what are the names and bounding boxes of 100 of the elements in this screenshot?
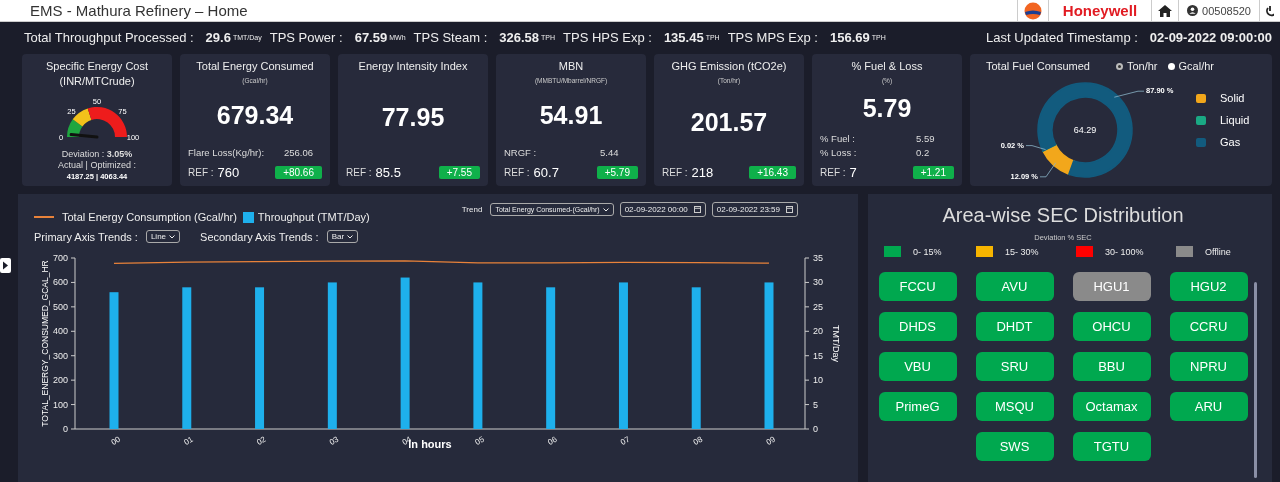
unit-radio[interactable]: Gcal/hr xyxy=(1167,60,1214,72)
timestamp-label: Last Updated Timestamp : xyxy=(986,29,1138,45)
caret-icon xyxy=(169,234,176,239)
home-icon[interactable] xyxy=(1158,4,1173,17)
end-date-field[interactable]: 02-09-2022 23:59 xyxy=(711,202,798,217)
axis-tick-label: 30 xyxy=(813,277,823,288)
primary-axis-select[interactable]: Line xyxy=(145,230,181,243)
axis-tick-label: 07 xyxy=(619,434,632,447)
axis-tick-label: 700 xyxy=(52,253,68,263)
card-subtitle: (INR/MTCrude) xyxy=(59,74,135,89)
detail-value: 0.2 xyxy=(916,147,931,158)
stat-value: 156.69 xyxy=(829,29,870,45)
scrollbar[interactable] xyxy=(1254,282,1257,478)
company-logo xyxy=(1023,1,1042,20)
unit-button[interactable]: ARU xyxy=(1169,392,1248,421)
metric-value: 54.91 xyxy=(539,101,603,130)
ref-value: 85.5 xyxy=(375,165,401,180)
detail-label: % Fuel : xyxy=(820,133,856,144)
delta-badge: +7.55 xyxy=(438,166,480,179)
stat-label: TPS MPS Exp : xyxy=(727,29,818,45)
calendar-icon xyxy=(786,206,793,213)
ref-value: 7 xyxy=(849,165,857,180)
secondary-axis-select[interactable]: Bar xyxy=(326,230,359,243)
axis-tick-label: 02 xyxy=(255,434,268,447)
stat-value: 326.58 xyxy=(499,29,539,45)
unit-button[interactable]: SWS xyxy=(975,432,1054,461)
user-id: 00508520 xyxy=(1202,4,1251,17)
unit-button[interactable]: VBU xyxy=(878,352,957,381)
axis-tick-label: 03 xyxy=(328,434,341,447)
unit-button[interactable]: SRU xyxy=(975,352,1054,381)
stat-label: Total Throughput Processed : xyxy=(24,29,194,45)
legend-label: Throughput (TMT/Day) xyxy=(257,211,370,223)
metric-value: 201.57 xyxy=(690,108,768,137)
legend-swatch xyxy=(242,211,254,223)
unit-button[interactable]: NPRU xyxy=(1169,352,1248,381)
unit-button[interactable]: HGU2 xyxy=(1169,272,1248,301)
stat-value: 135.45 xyxy=(663,29,704,45)
power-icon[interactable] xyxy=(1266,4,1274,17)
unit-button[interactable]: PrimeG xyxy=(878,392,957,421)
unit-button[interactable]: CCRU xyxy=(1169,312,1248,341)
stat-label: TPS Steam : xyxy=(413,29,488,45)
detail-label: % Loss : xyxy=(820,147,858,158)
card-title: Total Energy Consumed xyxy=(195,59,315,74)
card-title: Energy Intensity Index xyxy=(357,59,469,74)
card-title: Specific Energy Cost xyxy=(45,59,149,74)
y-axis-title: TOTAL_ENERGY_CONSUMED_GCAL_HR xyxy=(40,260,50,427)
axis-tick-label: 100 xyxy=(52,399,68,410)
metric-value: 77.95 xyxy=(381,103,445,132)
calendar-icon xyxy=(693,206,701,213)
unit-button[interactable]: HGU1 xyxy=(1072,272,1151,301)
axis-tick-label: 20 xyxy=(813,326,823,337)
legend-swatch xyxy=(1196,93,1206,103)
detail-value: 256.06 xyxy=(284,147,315,158)
leader-line xyxy=(1025,145,1046,150)
trend-label: Trend xyxy=(461,205,483,214)
card-title: % Fuel & Loss xyxy=(850,59,924,74)
unit-button[interactable]: AVU xyxy=(975,272,1054,301)
axis-tick-label: 08 xyxy=(691,434,705,447)
unit-button[interactable]: FCCU xyxy=(878,272,957,301)
axis-tick-label: 35 xyxy=(813,253,823,263)
actual-label: Actual | Optimized : xyxy=(58,160,136,170)
start-date-field[interactable]: 02-09-2022 00:00 xyxy=(619,202,706,217)
legend-label: Solid xyxy=(1220,92,1245,104)
detail-value: 5.59 xyxy=(916,133,936,144)
delta-badge: +5.79 xyxy=(596,166,638,179)
ref-label: REF : xyxy=(662,167,688,178)
user-icon[interactable] xyxy=(1187,5,1199,16)
axis-tick-label: 10 xyxy=(813,375,823,386)
detail-label: Flare Loss(Kg/hr): xyxy=(188,147,266,158)
unit-button[interactable]: TGTU xyxy=(1072,432,1151,461)
unit-button[interactable]: DHDT xyxy=(975,312,1054,341)
expand-handle[interactable] xyxy=(0,258,11,273)
detail-value: 5.44 xyxy=(600,147,620,158)
delta-badge: +1.21 xyxy=(912,166,954,179)
stat-value: 67.59 xyxy=(354,29,388,45)
unit-button[interactable]: DHDS xyxy=(878,312,957,341)
unit-button[interactable]: Octamax xyxy=(1072,392,1151,421)
ref-label: REF : xyxy=(820,167,846,178)
axis-tick-label: 25 xyxy=(813,301,823,312)
axis-tick-label: 01 xyxy=(182,434,195,447)
ref-value: 60.7 xyxy=(533,165,559,180)
ref-value: 760 xyxy=(217,165,240,180)
axis-trend-label: Primary Axis Trends : xyxy=(34,230,138,243)
ref-label: REF : xyxy=(346,167,372,178)
donut-center-value: 64.29 xyxy=(1073,125,1097,135)
delta-badge: +16.43 xyxy=(749,166,796,179)
unit-radio[interactable]: Ton/hr xyxy=(1115,60,1158,72)
unit-button[interactable]: MSQU xyxy=(975,392,1054,421)
y-axis-title: TMT/Day xyxy=(831,325,841,362)
brand-name: Honeywell xyxy=(1061,2,1139,19)
axis-tick-label: 200 xyxy=(52,375,68,386)
card-title: MBN xyxy=(557,59,585,74)
leader-line xyxy=(1039,162,1057,178)
ref-label: REF : xyxy=(504,167,530,178)
axis-tick-label: 5 xyxy=(813,399,818,410)
unit-button[interactable]: BBU xyxy=(1072,352,1151,381)
legend-label: Liquid xyxy=(1220,114,1250,126)
axis-tick-label: 0 xyxy=(813,424,818,434)
unit-button[interactable]: OHCU xyxy=(1072,312,1151,341)
stat-value: 29.6 xyxy=(205,29,231,45)
